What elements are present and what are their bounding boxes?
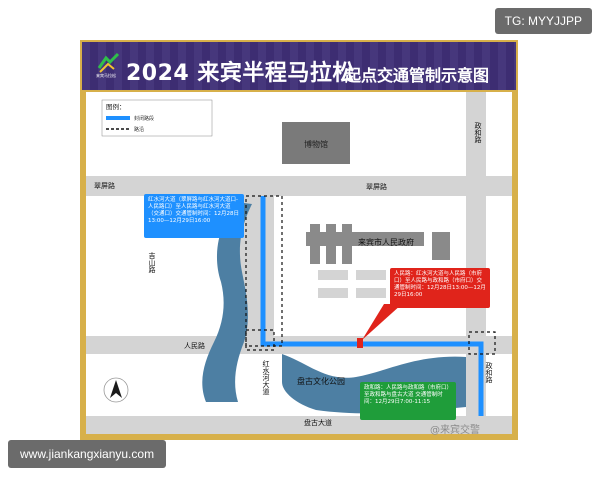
road-label-cuiping-left: 翠屏路 xyxy=(94,181,115,190)
logo-text: 来宾马拉松 xyxy=(96,72,116,78)
block-right xyxy=(486,196,512,336)
road-label-zhenghe-top: 政和路 xyxy=(474,121,482,144)
gov-wing-a xyxy=(310,224,320,264)
gov-wing-b xyxy=(326,224,336,264)
callout-zhenghe-text: 政和路：人民路与政和路（市府口）至政和路与盘古大道 交通管制时间：12月29日7… xyxy=(364,385,453,405)
road-label-zhenghe-bottom: 政和路 xyxy=(485,361,493,384)
block-top-right xyxy=(486,92,512,176)
road-label-pangu: 盘古大道 xyxy=(304,418,332,427)
callout-renmin-pointer-shape xyxy=(362,304,402,340)
gov-side-building xyxy=(432,232,450,260)
legend-label-dashed: 路沿 xyxy=(134,126,144,133)
callout-renmin-text: 人民路：红水河大道与人民路（市府口）至人民路与政和路（市府口）交通管制时间：12… xyxy=(394,271,486,298)
page-subtitle: 起点交通管制示意图 xyxy=(345,66,490,85)
road-label-hongshuihe: 红水河大道 xyxy=(262,359,270,396)
road-label-cuiping-right: 翠屏路 xyxy=(366,182,387,191)
marathon-logo-icon: 来宾马拉松 xyxy=(96,52,120,78)
park-label: 盘古文化公园 xyxy=(297,376,345,386)
museum-label: 博物馆 xyxy=(304,139,328,149)
boundary-junction-west xyxy=(245,329,275,351)
legend-label-closed: 封闭路段 xyxy=(134,115,154,122)
road-label-zhenghe-bottom-text: 政和路 xyxy=(485,361,493,384)
watermark-top: TG: MYYJJPP xyxy=(494,8,592,34)
weibo-watermark: @来宾交警 xyxy=(430,425,480,436)
page-title: 2024 来宾半程马拉松 xyxy=(126,61,355,86)
callout-hongshuihe-text: 红水河大道（翠屏路与红水河大道口-人民路口）至人民路与红水河大道（交通口）交通管… xyxy=(148,197,239,224)
gov-plaza-b xyxy=(356,270,386,280)
callout-zhenghe: 政和路：人民路与政和路（市府口）至政和路与盘古大道 交通管制时间：12月29日7… xyxy=(360,382,456,420)
road-label-zhenghe-top-text: 政和路 xyxy=(474,121,482,144)
legend-title: 图例： xyxy=(106,102,126,111)
callout-hongshuihe: 红水河大道（翠屏路与红水河大道口-人民路口）至人民路与红水河大道（交通口）交通管… xyxy=(144,194,244,238)
gov-plaza-a xyxy=(318,270,348,280)
gov-wing-c xyxy=(342,224,352,264)
callout-renmin: 人民路：红水河大道与人民路（市府口）至人民路与政和路（市府口）交通管制时间：12… xyxy=(390,268,490,308)
road-label-hongshuihe-text: 红水河大道 xyxy=(262,359,270,396)
road-label-renmin: 人民路 xyxy=(184,341,205,350)
gov-plaza-d xyxy=(356,288,386,298)
watermark-bottom: www.jiankangxianyu.com xyxy=(8,440,167,468)
map-area: 博物馆 来宾市人民政府 图例： 封闭路段 路沿 翠屏路 翠屏路 人民路 盘古大道… xyxy=(86,92,512,434)
road-label-jiqing-text: 吉山路 xyxy=(148,252,156,274)
gov-plaza-c xyxy=(318,288,348,298)
road-label-jiqing: 吉山路 xyxy=(148,252,156,274)
gov-label: 来宾市人民政府 xyxy=(358,237,414,247)
callout-renmin-pointer xyxy=(362,304,402,340)
